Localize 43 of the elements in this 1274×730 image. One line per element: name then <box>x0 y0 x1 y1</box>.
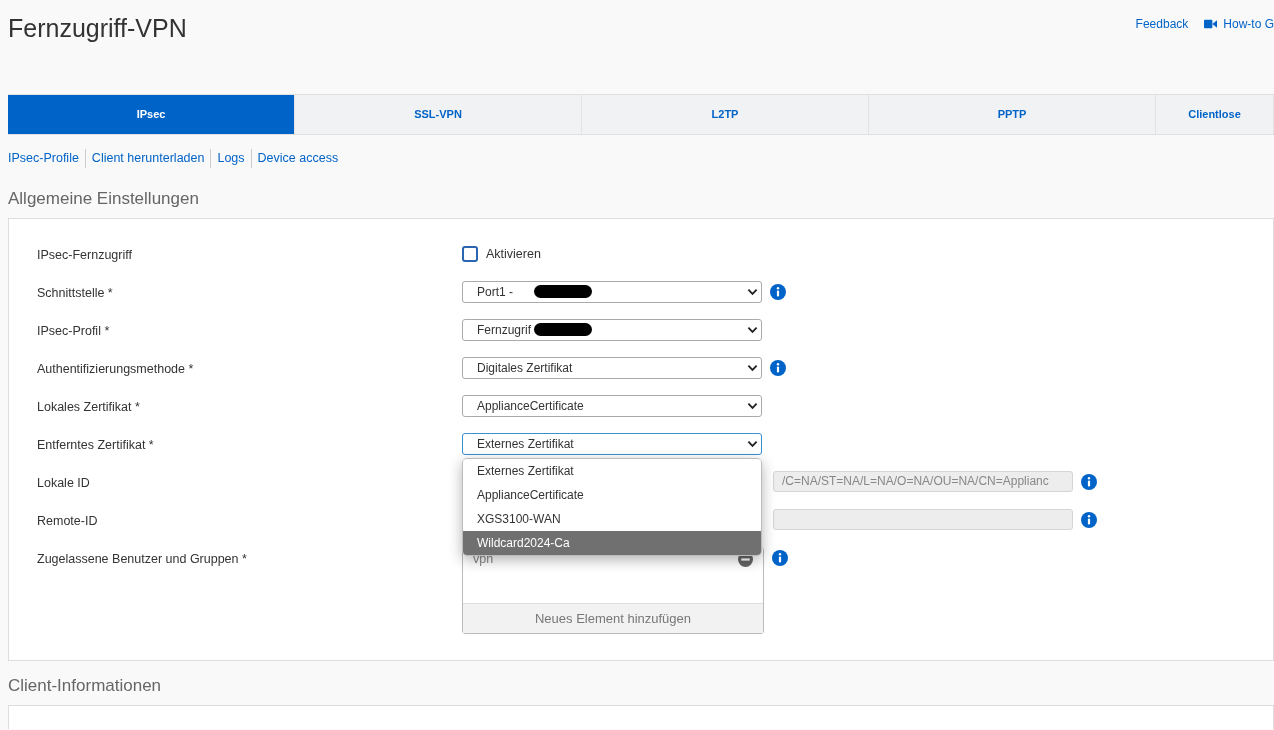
field-label: Entferntes Zertifikat * <box>37 436 155 454</box>
subnav-link[interactable]: IPsec-Profile <box>8 149 85 168</box>
chevron-down-icon <box>747 401 758 410</box>
dropdown-option[interactable]: XGS3100-WAN <box>463 506 761 531</box>
tab[interactable]: IPsec <box>8 95 295 134</box>
dropdown-option[interactable]: ApplianceCertificate <box>463 482 761 507</box>
header-link[interactable]: Feedback <box>1135 15 1189 33</box>
subnav-link[interactable]: Client herunterladen <box>84 149 211 168</box>
video-camera-icon <box>1204 19 1218 29</box>
subnav-link[interactable]: Device access <box>250 149 345 168</box>
field-label: Lokale ID <box>37 474 91 492</box>
field-label: IPsec-Fernzugriff <box>37 246 133 264</box>
info-icon[interactable] <box>1081 511 1097 528</box>
field-label: Zugelassene Benutzer und Gruppen * <box>37 550 248 568</box>
select-field[interactable]: ApplianceCertificate <box>462 394 762 417</box>
select-field[interactable]: Fernzugrif <box>462 318 762 341</box>
chevron-down-icon <box>747 325 758 334</box>
field-label: Remote-ID <box>37 512 99 530</box>
field-label: Lokales Zertifikat * <box>37 398 141 416</box>
checkbox[interactable]: Aktivieren <box>462 244 541 264</box>
page-title: Fernzugriff-VPN <box>8 13 187 44</box>
section-heading: Allgemeine Einstellungen <box>8 187 200 210</box>
info-icon[interactable] <box>772 549 788 566</box>
text-field[interactable] <box>773 508 1073 530</box>
field-label: IPsec-Profil * <box>37 322 111 340</box>
dropdown-option[interactable]: Wildcard2024-Ca <box>463 530 761 555</box>
select-field[interactable]: Port1 - <box>462 280 762 303</box>
subnav-link[interactable]: Logs <box>210 149 251 168</box>
text-field[interactable]: /C=NA/ST=NA/L=NA/O=NA/OU=NA/CN=Applianc <box>773 470 1073 492</box>
select-field[interactable]: Externes Zertifikat <box>462 432 762 455</box>
section-heading: Client-Informationen <box>8 674 163 697</box>
select-field[interactable]: Digitales Zertifikat <box>462 356 762 379</box>
info-icon[interactable] <box>1081 473 1097 490</box>
field-label: Schnittstelle * <box>37 284 114 302</box>
header-link[interactable]: How-to G <box>1204 15 1274 33</box>
info-icon[interactable] <box>770 359 786 376</box>
dropdown-option[interactable]: Externes Zertifikat <box>463 458 761 483</box>
chevron-down-icon <box>747 439 758 448</box>
add-item-button[interactable]: Neues Element hinzufügen <box>463 602 763 633</box>
info-icon[interactable] <box>770 283 786 300</box>
chevron-down-icon <box>747 287 758 296</box>
chevron-down-icon <box>747 363 758 372</box>
field-label: Authentifizierungsmethode * <box>37 360 195 378</box>
